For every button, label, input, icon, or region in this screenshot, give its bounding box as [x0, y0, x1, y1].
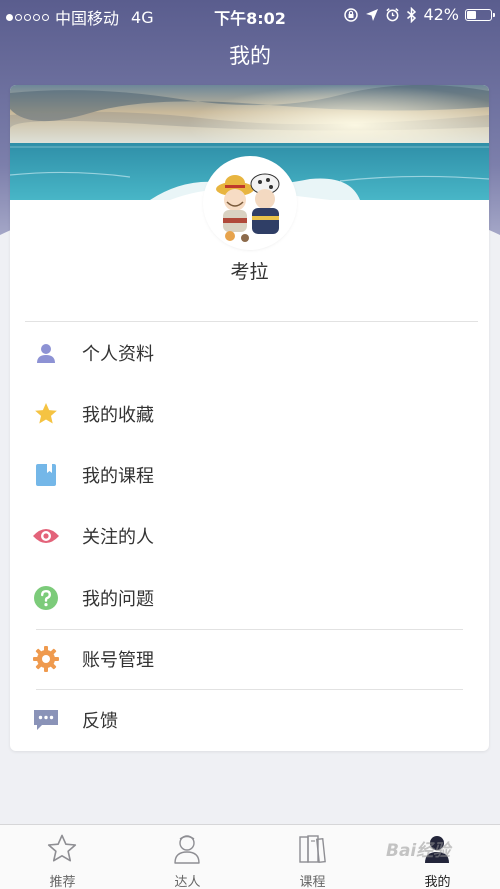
- menu-item-favorites[interactable]: 我的收藏: [10, 387, 489, 441]
- status-bar: 中国移动 4G 下午8:02 42%: [0, 0, 500, 30]
- menu-item-questions[interactable]: 我的问题: [10, 571, 489, 625]
- battery-level: [467, 10, 476, 19]
- question-icon: [32, 584, 60, 612]
- profile-card: 考拉 个人资料 我的收藏 我的课程 关注的人 我的问题 账号管理 反馈: [10, 85, 489, 751]
- tab-courses[interactable]: 课程: [250, 825, 375, 889]
- avatar-image: [205, 158, 295, 248]
- person-icon: [32, 339, 60, 367]
- menu-item-following[interactable]: 关注的人: [10, 509, 489, 563]
- screen: 中国移动 4G 下午8:02 42% 我的 考拉 个人资料 我的收藏 我的课程 …: [0, 0, 500, 889]
- star-icon: [32, 400, 60, 428]
- location-arrow-icon: [366, 8, 379, 21]
- bluetooth-icon: [407, 6, 417, 23]
- menu-item-label: 我的课程: [82, 466, 154, 487]
- page-title: 我的: [229, 44, 271, 68]
- divider: [25, 321, 478, 322]
- menu-item-label: 个人资料: [82, 344, 154, 365]
- menu-item-label: 我的问题: [82, 589, 154, 610]
- chat-bubble-icon: [32, 706, 60, 734]
- menu-item-account[interactable]: 账号管理: [10, 632, 489, 686]
- menu-item-label: 账号管理: [82, 650, 154, 671]
- gear-icon: [32, 645, 60, 673]
- eye-icon: [32, 522, 60, 550]
- tab-recommend[interactable]: 推荐: [0, 825, 125, 889]
- bookmark-icon: [32, 461, 60, 489]
- menu-item-courses[interactable]: 我的课程: [10, 448, 489, 502]
- tab-label: 推荐: [49, 875, 76, 889]
- menu-item-label: 反馈: [82, 711, 118, 732]
- tab-experts[interactable]: 达人: [125, 825, 250, 889]
- menu-item-feedback[interactable]: 反馈: [10, 693, 489, 747]
- person-outline-icon: [169, 833, 205, 865]
- alarm-icon: [386, 8, 400, 22]
- status-right: 42%: [343, 5, 495, 24]
- watermark: Bai经验: [386, 841, 451, 861]
- tab-label: 课程: [299, 875, 326, 889]
- divider: [36, 689, 463, 690]
- menu-item-label: 关注的人: [82, 527, 154, 548]
- avatar[interactable]: [205, 158, 295, 248]
- menu-item-label: 我的收藏: [82, 405, 154, 426]
- tab-label: 我的: [424, 875, 451, 889]
- tab-label: 达人: [174, 875, 201, 889]
- battery-icon: [465, 8, 495, 21]
- battery-percent: 42%: [423, 5, 459, 24]
- username: 考拉: [230, 261, 269, 283]
- menu-item-profile[interactable]: 个人资料: [10, 326, 489, 380]
- books-icon: [294, 833, 330, 865]
- rotation-lock-icon: [344, 7, 359, 22]
- star-outline-icon: [44, 833, 80, 865]
- divider: [36, 629, 463, 630]
